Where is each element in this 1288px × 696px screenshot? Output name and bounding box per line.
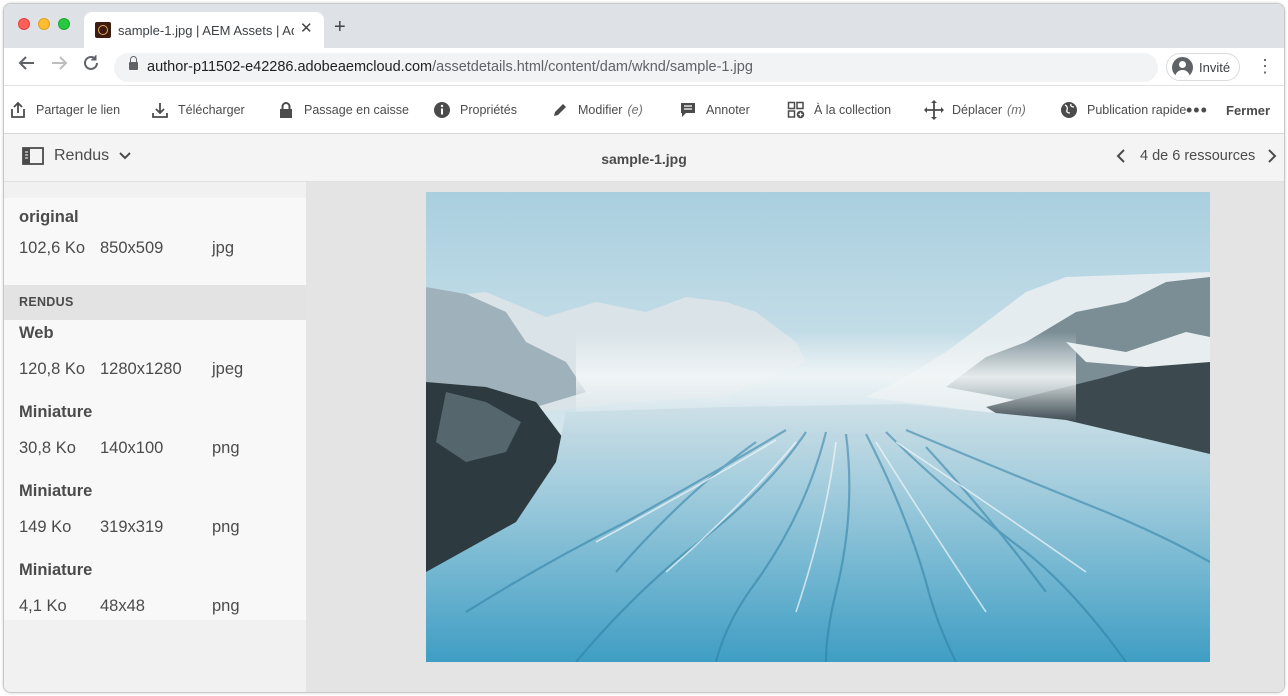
address-bar-row: author-p11502-e42286.adobeaemcloud.com/a… (4, 48, 1284, 86)
asset-title: sample-1.jpg (601, 151, 687, 167)
rendition-name: Miniature (19, 561, 93, 579)
rendition-dimensions: 319x319 (100, 518, 164, 536)
share-icon (8, 100, 28, 120)
url-path: /assetdetails.html/content/dam/wknd/samp… (432, 59, 753, 75)
share-link-button[interactable]: Partager le lien (8, 100, 120, 120)
move-label: Déplacer (952, 103, 1003, 117)
tab-title: sample-1.jpg | AEM Assets | Ad (118, 23, 294, 38)
checkout-button[interactable]: Passage en caisse (276, 100, 409, 120)
download-button[interactable]: Télécharger (150, 100, 245, 120)
properties-label: Propriétés (460, 103, 517, 117)
lock-icon (129, 56, 138, 70)
annotate-label: Annoter (706, 103, 750, 117)
chevron-right-icon[interactable] (1267, 148, 1277, 164)
comment-icon (678, 100, 698, 120)
maximize-window-button[interactable] (58, 18, 70, 30)
rendition-dimensions: 1280x1280 (100, 360, 182, 378)
edit-label: Modifier (578, 103, 623, 117)
browser-window: sample-1.jpg | AEM Assets | Ad ✕ + autho… (3, 3, 1285, 693)
close-button[interactable]: Fermer (1226, 103, 1270, 118)
pager-label: 4 de 6 ressources (1140, 148, 1256, 164)
quick-publish-label: Publication rapide (1087, 103, 1187, 117)
rendition-format: png (212, 439, 240, 457)
rendition-size: 4,1 Ko (19, 597, 67, 615)
renditions-panel: original 102,6 Ko 850x509 jpg RENDUS Web… (4, 182, 306, 692)
rendition-format: jpeg (212, 360, 244, 378)
lock-icon (276, 100, 296, 120)
edit-shortcut: (e) (627, 103, 643, 117)
properties-button[interactable]: Propriétés (432, 100, 517, 120)
aem-favicon-icon (95, 22, 111, 38)
url-host: author-p11502-e42286.adobeaemcloud.com (147, 59, 433, 75)
back-arrow-icon[interactable] (18, 54, 36, 78)
rendition-format: png (212, 518, 240, 536)
info-icon (432, 100, 452, 120)
rendition-format: jpg (212, 239, 235, 257)
profile-label: Invité (1199, 60, 1231, 75)
move-shortcut: (m) (1007, 103, 1026, 117)
avatar-icon (1172, 57, 1193, 78)
tab-close-icon[interactable]: ✕ (300, 20, 313, 38)
close-window-button[interactable] (18, 18, 30, 30)
forward-arrow-icon[interactable] (50, 54, 68, 78)
minimize-window-button[interactable] (38, 18, 50, 30)
checkout-label: Passage en caisse (304, 103, 409, 117)
renditions-section-header: RENDUS (4, 285, 306, 320)
add-to-collection-button[interactable]: À la collection (786, 100, 891, 120)
chevron-left-icon[interactable] (1116, 148, 1126, 164)
renditions-list: original 102,6 Ko 850x509 jpg RENDUS Web… (4, 198, 306, 620)
rendition-name: Web (19, 324, 54, 342)
rendition-name: Miniature (19, 403, 93, 421)
url-field[interactable]: author-p11502-e42286.adobeaemcloud.com/a… (114, 53, 1158, 82)
pencil-icon (550, 100, 570, 120)
rendition-size: 102,6 Ko (19, 239, 86, 257)
annotate-button[interactable]: Annoter (678, 100, 750, 120)
browser-tab[interactable]: sample-1.jpg | AEM Assets | Ad ✕ (84, 12, 324, 48)
share-link-label: Partager le lien (36, 103, 121, 117)
rendition-dimensions: 48x48 (100, 597, 145, 615)
rendition-format: png (212, 597, 240, 615)
rendition-name: original (19, 208, 79, 226)
asset-image[interactable] (426, 192, 1210, 662)
browser-menu-icon[interactable]: ⋮ (1256, 56, 1274, 76)
rendition-size: 149 Ko (19, 518, 72, 536)
download-label: Télécharger (178, 103, 245, 117)
download-icon (150, 100, 170, 120)
new-tab-icon[interactable]: + (334, 17, 346, 37)
rendition-name: Miniature (19, 482, 93, 500)
rendition-dimensions: 850x509 (100, 239, 164, 257)
asset-preview-area (306, 182, 1284, 692)
add-to-collection-label: À la collection (814, 103, 892, 117)
section-label: RENDUS (19, 295, 74, 309)
reload-icon[interactable] (82, 54, 100, 78)
rendition-dimensions: 140x100 (100, 439, 164, 457)
browser-tab-bar: sample-1.jpg | AEM Assets | Ad ✕ + (4, 4, 1284, 48)
edit-button[interactable]: Modifier (e) (550, 100, 643, 120)
rendition-size: 120,8 Ko (19, 360, 86, 378)
more-options-icon[interactable]: ••• (1186, 100, 1208, 120)
asset-pager: 4 de 6 ressources (1116, 148, 1277, 164)
url-text: author-p11502-e42286.adobeaemcloud.com/a… (147, 59, 753, 75)
collection-add-icon (786, 100, 806, 120)
quick-publish-button[interactable]: Publication rapide (1059, 100, 1186, 120)
asset-action-toolbar: Partager le lien Télécharger Passage en … (4, 86, 1284, 134)
move-icon (924, 100, 944, 120)
globe-icon (1059, 100, 1079, 120)
profile-button[interactable]: Invité (1166, 53, 1240, 81)
move-button[interactable]: Déplacer (m) (924, 100, 1026, 120)
rendition-size: 30,8 Ko (19, 439, 76, 457)
asset-header: Rendus sample-1.jpg 4 de 6 ressources (4, 134, 1284, 182)
